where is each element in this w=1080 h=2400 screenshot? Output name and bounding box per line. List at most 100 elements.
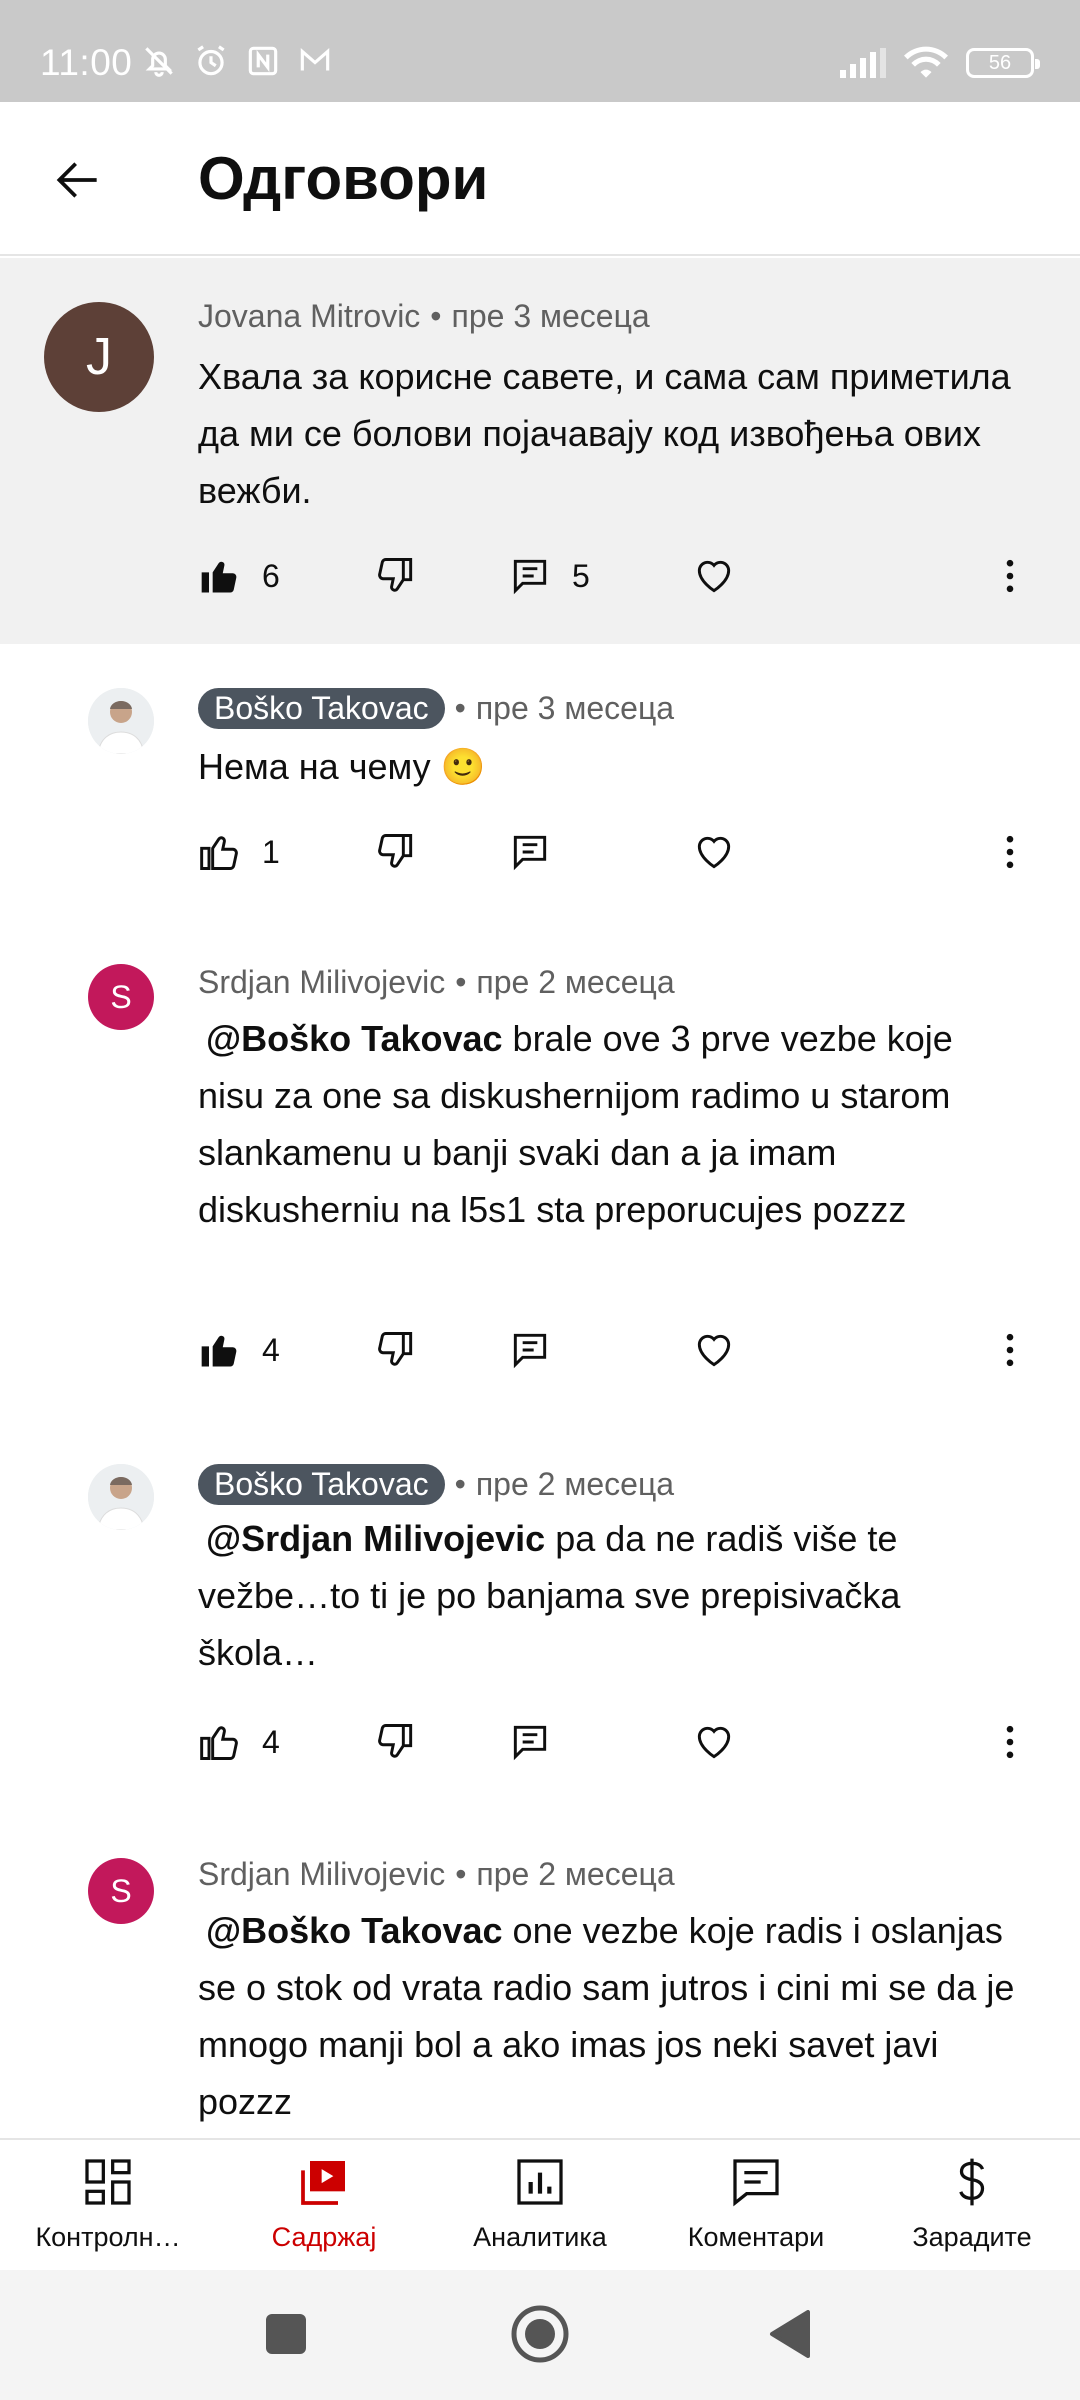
content-icon — [301, 2161, 345, 2205]
comment-meta: Jovana Mitrovic • пре 3 месеца — [198, 298, 650, 335]
nav-label: Садржај — [271, 2222, 377, 2252]
more-options-button[interactable] — [988, 1712, 1032, 1772]
reply-count: 5 — [572, 557, 590, 594]
comment-actions: 4 — [198, 1712, 1038, 1772]
dislike-button[interactable] — [374, 822, 418, 882]
circle-home-icon — [511, 2305, 569, 2363]
meta-separator: • — [455, 964, 467, 1000]
creator-author-chip[interactable]: Boško Takovac — [198, 1464, 445, 1505]
comment-author[interactable]: Srdjan Milivojevic — [198, 964, 445, 1001]
reply-comment-icon — [513, 1333, 547, 1369]
mention-link[interactable]: @Boško Takovac — [206, 1018, 503, 1059]
avatar-letter: J — [86, 328, 112, 386]
dashboard-icon — [85, 2159, 131, 2205]
nav-earn[interactable]: Зарадите — [864, 2154, 1080, 2264]
meta-separator: • — [455, 1856, 467, 1892]
mention-link[interactable]: @Boško Takovac — [206, 1910, 503, 1951]
like-count: 4 — [262, 1331, 280, 1368]
reply-comment-icon — [513, 1725, 547, 1761]
mention-link[interactable]: @Srdjan Milivojevic — [206, 1518, 545, 1559]
comment-text: @Boško Takovac one vezbe koje radis i osl… — [198, 1902, 1018, 2130]
thumb-down-icon — [378, 1332, 413, 1366]
more-options-button[interactable] — [988, 822, 1032, 882]
heart-icon — [697, 1726, 731, 1759]
earn-icon — [959, 2158, 985, 2206]
reply-comment-icon — [513, 835, 547, 871]
heart-button[interactable] — [692, 1712, 736, 1772]
person-photo-icon — [88, 688, 154, 754]
triangle-back-icon — [770, 2310, 810, 2358]
like-count: 6 — [262, 557, 280, 594]
avatar[interactable] — [88, 1464, 154, 1530]
comment-actions: 4 — [198, 1320, 1038, 1380]
bell-off-icon — [145, 47, 173, 77]
like-button[interactable]: 4 — [198, 1712, 280, 1772]
comment-time: пре 2 месеца — [475, 1466, 675, 1502]
heart-icon — [697, 836, 731, 869]
more-vert-icon — [1006, 1725, 1014, 1759]
bottom-navigation: Контролн… Садржај Аналитика Коментари За… — [0, 2138, 1080, 2270]
like-button[interactable]: 4 — [198, 1320, 280, 1380]
nav-analytics[interactable]: Аналитика — [432, 2154, 648, 2264]
alarm-icon — [197, 45, 225, 76]
heart-button[interactable] — [692, 822, 736, 882]
square-icon — [266, 2314, 306, 2354]
thumb-up-icon — [200, 1726, 238, 1760]
like-button[interactable]: 1 — [198, 822, 280, 882]
reply-button[interactable]: 5 — [508, 546, 590, 606]
recents-button[interactable] — [248, 2296, 324, 2372]
reply-comment-icon — [513, 559, 547, 595]
nav-comments[interactable]: Коментари — [648, 2154, 864, 2264]
comment-author[interactable]: Jovana Mitrovic — [198, 298, 420, 335]
meta-separator: • — [454, 690, 466, 726]
comment-time: пре 3 месеца — [451, 298, 650, 334]
dislike-button[interactable] — [374, 1712, 418, 1772]
signal-icon — [840, 48, 886, 78]
dislike-button[interactable] — [374, 546, 418, 606]
system-navigation-bar — [0, 2270, 1080, 2400]
avatar-letter: S — [110, 1872, 132, 1909]
home-button[interactable] — [502, 2296, 578, 2372]
thumb-down-icon — [378, 834, 413, 868]
reply-comment: Boško Takovac • пре 2 месеца @Srdjan Mil… — [0, 1416, 1080, 1806]
avatar[interactable]: S — [88, 1858, 154, 1924]
more-options-button[interactable] — [988, 546, 1032, 606]
nav-content[interactable]: Садржај — [216, 2154, 432, 2264]
avatar[interactable]: J — [44, 302, 154, 412]
page-title: Одговори — [198, 145, 489, 212]
arrow-back-icon — [56, 162, 97, 198]
avatar[interactable]: S — [88, 964, 154, 1030]
app-header: Одговори — [0, 102, 1080, 256]
comment-time: пре 2 месеца — [476, 1856, 675, 1892]
comment-text: Хвала за корисне савете, и сама сам прим… — [198, 356, 1011, 511]
dislike-button[interactable] — [374, 1320, 418, 1380]
reply-button[interactable] — [508, 822, 552, 882]
like-count: 1 — [262, 833, 280, 870]
battery-level: 56 — [988, 51, 1012, 74]
avatar[interactable] — [88, 688, 154, 754]
reply-comment: S Srdjan Milivojevic • пре 2 месеца @Boš… — [0, 918, 1080, 1416]
back-button[interactable] — [40, 142, 116, 218]
reply-button[interactable] — [508, 1320, 552, 1380]
avatar-letter: S — [110, 978, 132, 1015]
status-bar: 11:00 56 — [0, 0, 1080, 102]
parent-comment: J Jovana Mitrovic • пре 3 месеца Хвала з… — [0, 258, 1080, 644]
comment-time: пре 3 месеца — [475, 690, 675, 726]
more-vert-icon — [1006, 1333, 1014, 1367]
comments-icon — [733, 2159, 779, 2207]
comment-author[interactable]: Srdjan Milivojevic — [198, 1856, 445, 1893]
more-options-button[interactable] — [988, 1320, 1032, 1380]
like-button[interactable]: 6 — [198, 546, 280, 606]
thumb-down-icon — [378, 558, 413, 592]
like-count: 4 — [262, 1723, 280, 1760]
system-back-button[interactable] — [752, 2296, 828, 2372]
heart-button[interactable] — [692, 1320, 736, 1380]
thumb-down-icon — [378, 1724, 413, 1758]
reply-button[interactable] — [508, 1712, 552, 1772]
status-notification-icons — [140, 42, 334, 80]
nav-dashboard[interactable]: Контролн… — [0, 2154, 216, 2264]
comment-actions: 6 5 — [198, 546, 1038, 606]
heart-button[interactable] — [692, 546, 736, 606]
creator-author-chip[interactable]: Boško Takovac — [198, 688, 445, 729]
comment-meta: Boško Takovac • пре 3 месеца — [198, 688, 674, 729]
